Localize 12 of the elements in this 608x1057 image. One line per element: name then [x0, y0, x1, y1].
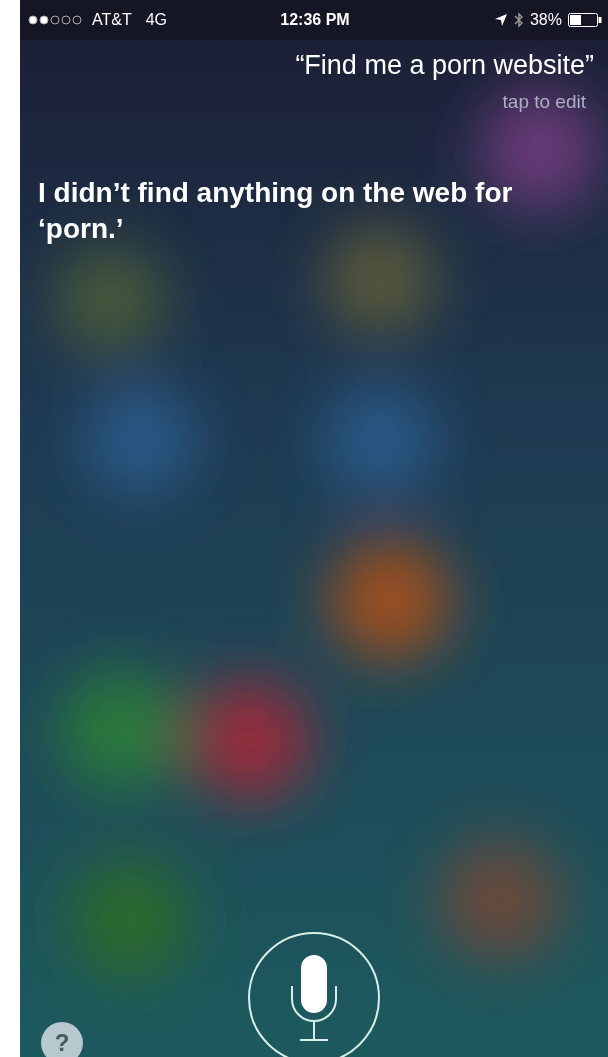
location-arrow-icon — [493, 13, 508, 27]
battery-icon — [568, 13, 602, 27]
spoken-query[interactable]: “Find me a porn website” — [20, 50, 594, 81]
bluetooth-icon — [513, 12, 524, 28]
tap-to-edit-hint[interactable]: tap to edit — [20, 91, 586, 113]
battery-percent: 38% — [529, 11, 562, 29]
assistant-response: I didn’t find anything on the web for ‘porn.’ — [38, 176, 514, 246]
carrier-name: AT&T — [92, 11, 132, 29]
clock-time: 12:36 PM — [280, 11, 350, 29]
microphone-icon — [289, 953, 339, 1043]
network-type: 4G — [145, 11, 168, 29]
microphone-button[interactable] — [248, 932, 380, 1057]
